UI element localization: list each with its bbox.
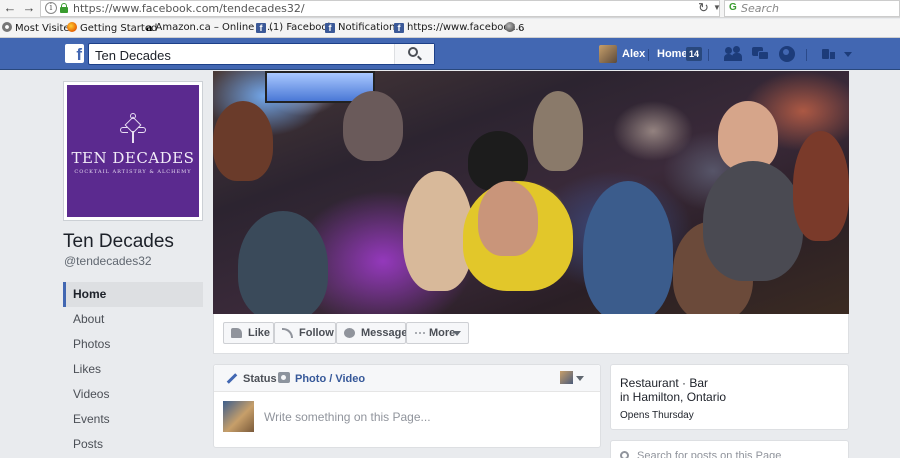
facebook-search-button[interactable] [394, 44, 434, 64]
ornament-icon [118, 113, 148, 143]
page-left-nav: Home About Photos Likes Videos Events Po… [63, 282, 203, 457]
like-button[interactable]: Like [223, 322, 274, 344]
home-count-badge: 14 [686, 47, 703, 61]
lock-icon [60, 3, 68, 13]
quick-help-icon[interactable] [822, 46, 838, 62]
url-field[interactable]: i https://www.facebook.com/tendecades32/… [40, 0, 721, 17]
page-category[interactable]: Restaurant · Bar [620, 376, 708, 390]
profile-picture[interactable]: TEN DECADES COCKTAIL ARTISTRY & ALCHEMY [63, 81, 203, 221]
firefox-icon [67, 22, 77, 32]
bookmark-facebook[interactable]: f (1) Facebook [256, 22, 333, 33]
page-action-bar: Like Follow Message More [213, 314, 849, 354]
crowd-figure [238, 211, 328, 314]
ten-decades-logo: TEN DECADES COCKTAIL ARTISTRY & ALCHEMY [67, 85, 199, 217]
bookmark-most-visited[interactable]: Most Visited [2, 22, 76, 34]
forward-arrow-icon[interactable]: → [22, 1, 36, 15]
page-title[interactable]: Ten Decades [63, 231, 174, 253]
page-hours: Opens Thursday [620, 410, 694, 421]
browser-search-placeholder: Search [741, 2, 780, 15]
search-posts-placeholder: Search for posts on this Page [637, 450, 782, 458]
url-text[interactable]: https://www.facebook.com/tendecades32/ [73, 2, 305, 15]
search-engine-icon[interactable]: G [729, 2, 737, 13]
crowd-figure [583, 181, 673, 314]
account-menu-caret-icon[interactable] [844, 52, 852, 57]
tab-photo-video[interactable]: Photo / Video [295, 373, 365, 385]
facebook-top-bar: f Ten Decades Alex Home 14 [0, 38, 900, 70]
gear-icon [2, 22, 12, 32]
message-button[interactable]: Message [336, 322, 407, 344]
nav-item-home[interactable]: Home [63, 282, 203, 307]
avatar [223, 401, 254, 432]
composer-tabs: Status Photo / Video [214, 365, 600, 392]
facebook-icon: f [394, 23, 404, 33]
url-dropdown-icon[interactable]: ▼ [713, 3, 721, 12]
page-info-card: Restaurant · Bar in Hamilton, Ontario Op… [610, 364, 849, 430]
bookmark-amazon[interactable]: a Amazon.ca – Online S... [146, 22, 273, 34]
friend-requests-icon[interactable] [724, 46, 742, 62]
crowd-figure [213, 101, 273, 181]
nav-item-events[interactable]: Events [63, 407, 203, 432]
search-icon [408, 47, 418, 57]
nav-item-about[interactable]: About [63, 307, 203, 332]
composer-input[interactable]: Write something on this Page... [264, 410, 431, 424]
info-icon[interactable]: i [45, 2, 57, 14]
browser-toolbar: ← → i https://www.facebook.com/tendecade… [0, 0, 900, 18]
home-link[interactable]: Home [657, 48, 688, 60]
post-as-avatar[interactable] [560, 371, 573, 384]
page-location[interactable]: in Hamilton, Ontario [620, 390, 726, 404]
nav-item-posts[interactable]: Posts [63, 432, 203, 457]
tab-status[interactable]: Status [243, 373, 277, 385]
crowd-figure [343, 91, 403, 161]
post-composer: Status Photo / Video Write something on … [213, 364, 601, 448]
notifications-globe-icon[interactable] [779, 46, 795, 62]
bookmark-getting-started[interactable]: Getting Started [67, 22, 157, 34]
reload-icon[interactable]: ↻ [698, 0, 709, 16]
divider [648, 49, 649, 61]
thumbs-up-icon [231, 328, 242, 338]
bookmark-six[interactable]: 6 [505, 22, 524, 34]
chevron-down-icon [453, 331, 461, 336]
more-dots-icon [414, 332, 425, 334]
nav-item-videos[interactable]: Videos [63, 382, 203, 407]
bookmark-notifications[interactable]: f Notifications [325, 22, 401, 33]
facebook-icon: f [325, 23, 335, 33]
more-button[interactable]: More [406, 322, 469, 344]
search-icon [620, 451, 629, 458]
rss-icon [282, 328, 293, 338]
page-handle[interactable]: @tendecades32 [64, 254, 152, 268]
divider [708, 49, 709, 61]
pencil-icon [226, 373, 238, 384]
divider [806, 49, 807, 61]
facebook-search-value: Ten Decades [95, 48, 171, 63]
search-posts-input[interactable]: Search for posts on this Page [610, 440, 849, 458]
facebook-search-input[interactable]: Ten Decades [88, 43, 435, 65]
nav-item-likes[interactable]: Likes [63, 357, 203, 382]
follow-button[interactable]: Follow [274, 322, 336, 344]
camera-icon [278, 372, 290, 383]
chevron-down-icon[interactable] [576, 376, 584, 381]
crowd-figure [703, 161, 803, 281]
message-bubble-icon [344, 328, 355, 338]
nav-item-photos[interactable]: Photos [63, 332, 203, 357]
amazon-icon: a [146, 23, 153, 34]
crowd-figure [793, 131, 849, 241]
cover-photo[interactable] [213, 71, 849, 314]
user-name-link[interactable]: Alex [622, 48, 645, 60]
messages-icon[interactable] [752, 46, 769, 62]
logo-subtitle: COCKTAIL ARTISTRY & ALCHEMY [74, 169, 192, 175]
globe-icon [505, 22, 515, 32]
logo-title: TEN DECADES [71, 149, 195, 167]
facebook-logo-icon[interactable]: f [65, 44, 84, 63]
facebook-icon: f [256, 23, 266, 33]
bookmarks-bar: Most Visited Getting Started a Amazon.ca … [0, 19, 900, 38]
back-arrow-icon[interactable]: ← [3, 1, 17, 15]
crowd-figure [478, 181, 538, 256]
user-avatar[interactable] [599, 45, 617, 63]
browser-search-field[interactable]: G Search [724, 0, 900, 17]
crowd-figure [533, 91, 583, 171]
